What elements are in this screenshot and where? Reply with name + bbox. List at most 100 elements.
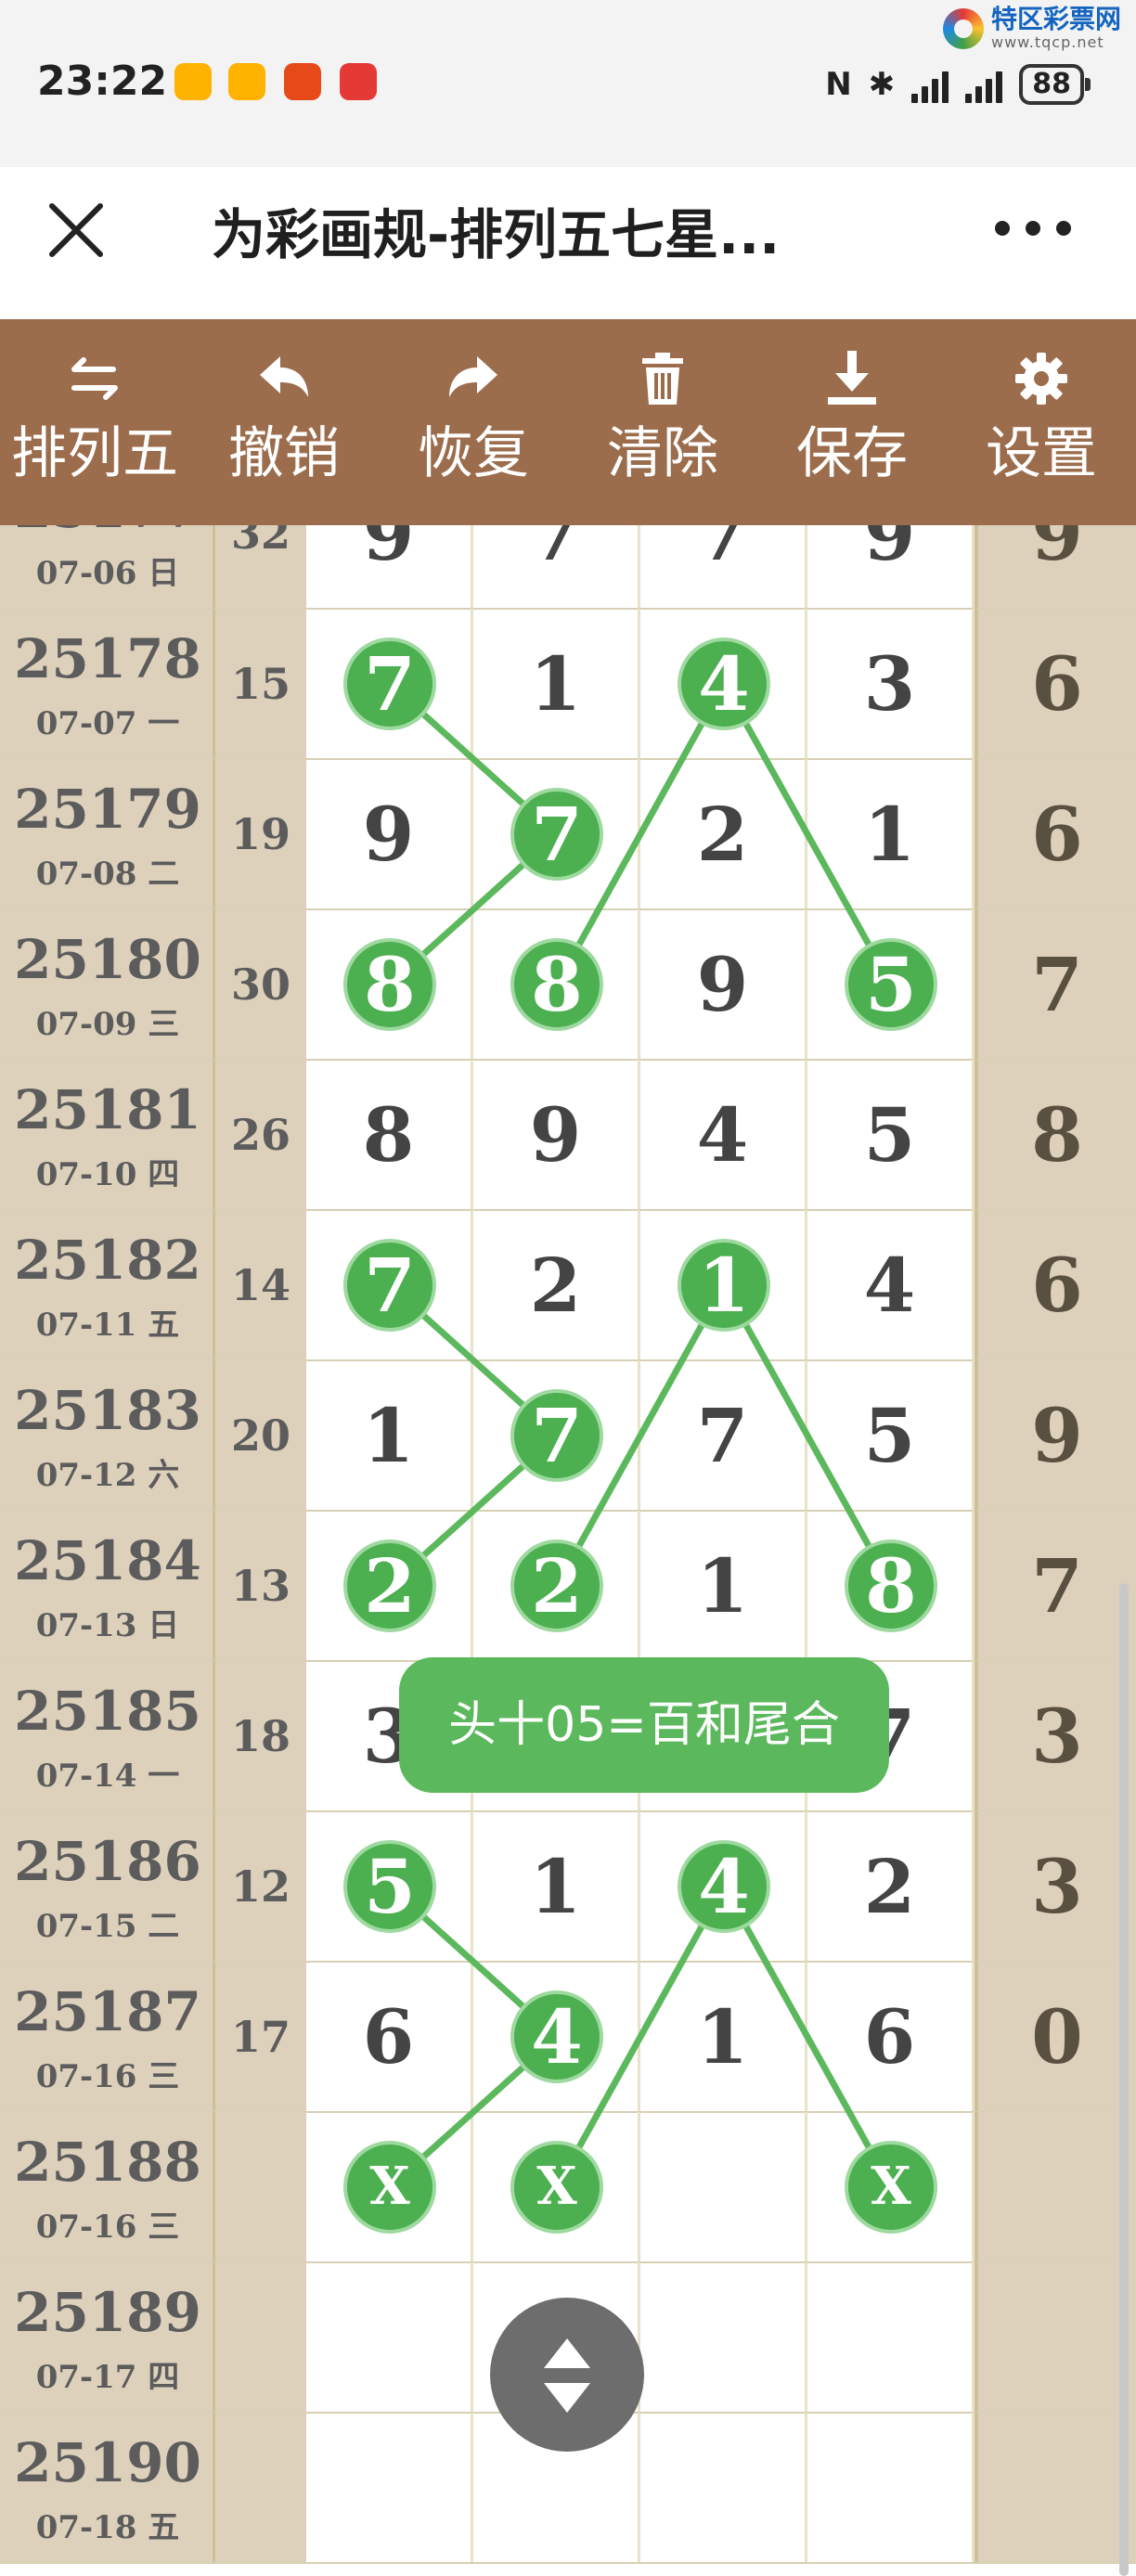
- highlighted-digit[interactable]: 8: [343, 938, 436, 1031]
- sum-cell: 30: [215, 909, 306, 1060]
- digit-cell[interactable]: 6: [306, 1962, 473, 2112]
- digit-cell[interactable]: 1: [640, 1962, 807, 2112]
- scrollbar[interactable]: [1119, 1583, 1129, 2576]
- toolbar-item-switch[interactable]: 排列五: [0, 319, 189, 525]
- digit-cell[interactable]: 9: [640, 909, 807, 1060]
- up-down-icon: [544, 2338, 590, 2413]
- highlighted-digit[interactable]: X: [845, 2141, 937, 2234]
- digit-cell[interactable]: 5: [807, 1360, 975, 1511]
- issue-cell: 25188 07-16 三: [0, 2112, 215, 2262]
- sum-cell: [215, 2112, 306, 2262]
- digit-cell[interactable]: 9: [473, 1060, 640, 1210]
- scroll-toggle-button[interactable]: [490, 2298, 644, 2452]
- digit-cell[interactable]: 2: [807, 1811, 975, 1962]
- digit-cell[interactable]: 2: [473, 1210, 640, 1360]
- highlighted-digit[interactable]: 1: [678, 1239, 770, 1332]
- digit-cell[interactable]: 6: [807, 1962, 975, 2112]
- redo-icon: [449, 356, 497, 397]
- digit-cell[interactable]: 4: [807, 1210, 975, 1360]
- digit-cell[interactable]: 1: [807, 759, 975, 909]
- issue-date: 07-16 三: [35, 2209, 180, 2246]
- battery-icon: 88: [1019, 64, 1091, 105]
- digit-cell[interactable]: [640, 2413, 807, 2563]
- signal-icon-1: [911, 66, 949, 103]
- digit-cell[interactable]: 4: [640, 1060, 807, 1210]
- digit-cell[interactable]: 7: [473, 525, 640, 609]
- digit-cell[interactable]: 7: [640, 1360, 807, 1511]
- weibo-app-icon-2: [228, 63, 265, 100]
- highlighted-digit[interactable]: 4: [678, 1840, 770, 1933]
- digit-cell[interactable]: 1: [473, 609, 640, 759]
- issue-cell: 25178 07-07 一: [0, 609, 215, 759]
- digit-cell[interactable]: 3: [807, 609, 975, 759]
- digit-cell[interactable]: [807, 2262, 975, 2413]
- toolbar-item-settings[interactable]: 设置: [947, 319, 1136, 525]
- toolbar-item-redo[interactable]: 恢复: [379, 319, 568, 525]
- issue-cell: 25189 07-17 四: [0, 2262, 215, 2413]
- tail-cell: 3: [975, 1661, 1136, 1811]
- toolbar-item-label: 清除: [607, 421, 718, 486]
- watermark-logo-icon: [942, 7, 984, 49]
- highlighted-digit[interactable]: 4: [678, 638, 770, 730]
- digit-cell[interactable]: 1: [473, 1811, 640, 1962]
- toolbar-item-clear[interactable]: 清除: [568, 319, 757, 525]
- status-bar: 23:22 N ✱ 88 特区彩票网 www.tqcp.net: [0, 0, 1136, 167]
- toolbar-item-label: 排列五: [11, 421, 178, 486]
- highlighted-digit[interactable]: 2: [510, 1539, 603, 1632]
- highlighted-digit[interactable]: 7: [343, 638, 436, 730]
- digit-cell[interactable]: [306, 2413, 473, 2563]
- draw-grid[interactable]: 2517707-06 日32977992517807-07 一151362517…: [0, 525, 1136, 2576]
- signal-icon-2: [965, 66, 1003, 103]
- highlighted-digit[interactable]: 7: [343, 1239, 436, 1332]
- sum-cell: [215, 2413, 306, 2563]
- close-icon[interactable]: [43, 197, 110, 264]
- issue-date: 07-08 二: [35, 856, 180, 893]
- digit-cell[interactable]: 2: [640, 759, 807, 909]
- highlighted-digit[interactable]: 5: [343, 1840, 436, 1933]
- toolbar-item-undo[interactable]: 撤销: [189, 319, 379, 525]
- highlighted-digit[interactable]: 8: [510, 938, 603, 1031]
- digit-cell[interactable]: [640, 2262, 807, 2413]
- highlighted-digit[interactable]: 2: [343, 1539, 436, 1632]
- issue-number: 25187: [14, 1980, 201, 2043]
- digit-cell[interactable]: [306, 2262, 473, 2413]
- issue-date: 07-07 一: [35, 705, 180, 742]
- digit-cell[interactable]: 7: [640, 525, 807, 609]
- digit-cell[interactable]: 5: [807, 1060, 975, 1210]
- watermark-url: www.tqcp.net: [990, 33, 1104, 51]
- digit-cell[interactable]: [807, 2413, 975, 2563]
- digit-cell[interactable]: 8: [306, 1060, 473, 1210]
- digit-cell[interactable]: 9: [807, 525, 975, 609]
- weibo-app-icon: [174, 63, 212, 100]
- more-icon[interactable]: [991, 210, 1075, 247]
- trash-icon: [642, 353, 683, 405]
- digit-cell[interactable]: 1: [640, 1511, 807, 1661]
- tail-cell: 9: [975, 525, 1136, 609]
- tail-cell: 0: [975, 1962, 1136, 2112]
- shopping-app-icon: [284, 63, 321, 100]
- highlighted-digit[interactable]: 7: [510, 1389, 603, 1482]
- digit-cell[interactable]: 9: [306, 525, 473, 609]
- tail-cell: 7: [975, 909, 1136, 1060]
- watermark: 特区彩票网 www.tqcp.net: [942, 6, 1121, 51]
- issue-number: 25188: [14, 2131, 201, 2194]
- issue-number: 25182: [14, 1229, 201, 1292]
- digit-cell[interactable]: 9: [306, 759, 473, 909]
- highlighted-digit[interactable]: X: [510, 2141, 603, 2234]
- nfc-icon: N: [825, 66, 852, 103]
- toolbar-item-save[interactable]: 保存: [757, 319, 947, 525]
- sum-cell: 14: [215, 1210, 306, 1360]
- highlighted-digit[interactable]: 8: [845, 1539, 937, 1632]
- highlighted-digit[interactable]: X: [343, 2141, 436, 2234]
- highlighted-digit[interactable]: 7: [510, 788, 603, 881]
- sum-cell: 12: [215, 1811, 306, 1962]
- highlighted-digit[interactable]: 4: [510, 1990, 603, 2083]
- tail-cell: 7: [975, 1511, 1136, 1661]
- issue-cell: 25183 07-12 六: [0, 1360, 215, 1511]
- digit-cell[interactable]: 1: [306, 1360, 473, 1511]
- issue-number: 25186: [14, 1830, 201, 1893]
- tail-cell: [975, 2112, 1136, 2262]
- digit-cell[interactable]: [640, 2112, 807, 2262]
- row-divider: [0, 2562, 1136, 2564]
- highlighted-digit[interactable]: 5: [845, 938, 937, 1031]
